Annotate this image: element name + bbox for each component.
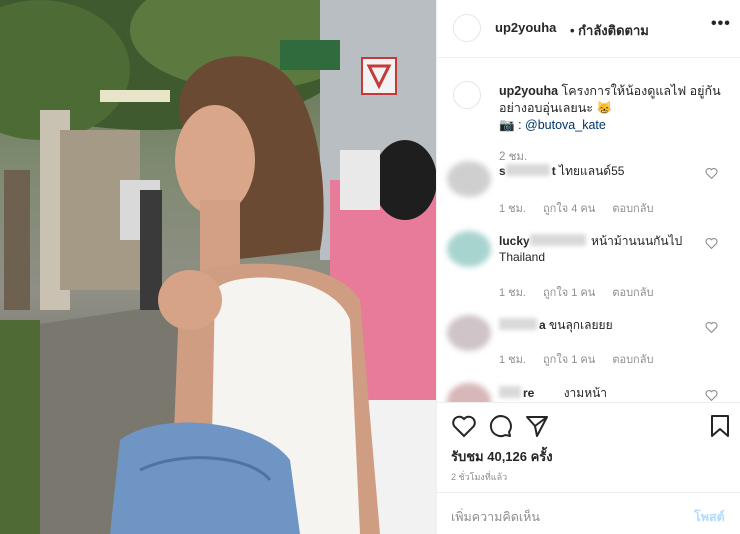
caption-username[interactable]: up2youha: [499, 84, 558, 98]
comments-list[interactable]: up2youha โครงการให้น้องดูแลไฟ อยู่กันอย่…: [437, 59, 740, 402]
comment-meta: 1 ชม. ถูกใจ 4 คน ตอบกลับ: [499, 199, 667, 217]
post-actions: รับชม 40,126 ครั้ง 2 ชั่วโมงที่แล้ว: [437, 402, 740, 492]
comment-meta: 1 ชม. ถูกใจ 1 คน ตอบกลับ: [499, 283, 667, 301]
heart-icon[interactable]: [451, 413, 477, 439]
views-count[interactable]: รับชม 40,126 ครั้ง: [451, 446, 553, 467]
post-side-panel: up2youha • กำลังติดตาม ••• up2youha โครง…: [436, 0, 740, 534]
avatar[interactable]: [447, 383, 491, 402]
video-frame: [0, 0, 436, 534]
heart-icon[interactable]: [705, 389, 718, 401]
comment-likes[interactable]: ถูกใจ 1 คน: [543, 354, 595, 366]
reply-button[interactable]: ตอบกลับ: [612, 287, 653, 299]
caption-emoji: 😸: [596, 101, 613, 115]
caption-avatar[interactable]: [453, 81, 481, 109]
heart-icon[interactable]: [705, 167, 718, 179]
post-header: up2youha • กำลังติดตาม •••: [437, 0, 740, 58]
comment-likes[interactable]: ถูกใจ 4 คน: [543, 203, 595, 215]
comment-username[interactable]: lucky: [499, 234, 588, 248]
comment-username[interactable]: st: [499, 164, 556, 178]
more-horizontal-icon[interactable]: •••: [711, 15, 731, 33]
comment-meta: 1 ชม. ถูกใจ 1 คน ตอบกลับ: [499, 350, 667, 368]
share-icon[interactable]: [524, 413, 550, 439]
comment-time: 1 ชม.: [499, 287, 526, 299]
following-status[interactable]: • กำลังติดตาม: [570, 20, 649, 41]
reply-button[interactable]: ตอบกลับ: [612, 203, 653, 215]
comment-time: 1 ชม.: [499, 354, 526, 366]
comment-likes[interactable]: ถูกใจ 1 คน: [543, 287, 595, 299]
heart-icon[interactable]: [705, 237, 718, 249]
post-media[interactable]: [0, 0, 436, 534]
avatar[interactable]: [453, 14, 481, 42]
comment-username[interactable]: a: [499, 318, 546, 332]
add-comment-bar: เพิ่มความคิดเห็น โพสต์: [437, 492, 740, 534]
mention-link[interactable]: @butova_kate: [525, 118, 606, 132]
caption: up2youha โครงการให้น้องดูแลไฟ อยู่กันอย่…: [499, 83, 729, 134]
comment-input[interactable]: เพิ่มความคิดเห็น: [451, 507, 540, 527]
comment-text: ขนลุกเลยยย: [549, 318, 613, 332]
post-timestamp[interactable]: 2 ชั่วโมงที่แล้ว: [451, 470, 507, 484]
heart-icon[interactable]: [705, 321, 718, 333]
post-button[interactable]: โพสต์: [694, 507, 725, 527]
avatar[interactable]: [447, 231, 491, 267]
avatar[interactable]: [447, 315, 491, 351]
comment-text: งามหน้า: [563, 386, 608, 400]
camera-icon: 📷: [499, 118, 515, 132]
avatar[interactable]: [447, 161, 491, 197]
caption-credit-prefix: :: [518, 118, 522, 132]
comment-time: 1 ชม.: [499, 203, 526, 215]
comment-username[interactable]: re: [499, 386, 534, 400]
comment-icon[interactable]: [487, 413, 513, 439]
bookmark-icon[interactable]: [707, 413, 733, 439]
comment-text: ไทยแลนด์55: [559, 164, 625, 178]
reply-button[interactable]: ตอบกลับ: [612, 354, 653, 366]
username-link[interactable]: up2youha: [495, 20, 556, 35]
